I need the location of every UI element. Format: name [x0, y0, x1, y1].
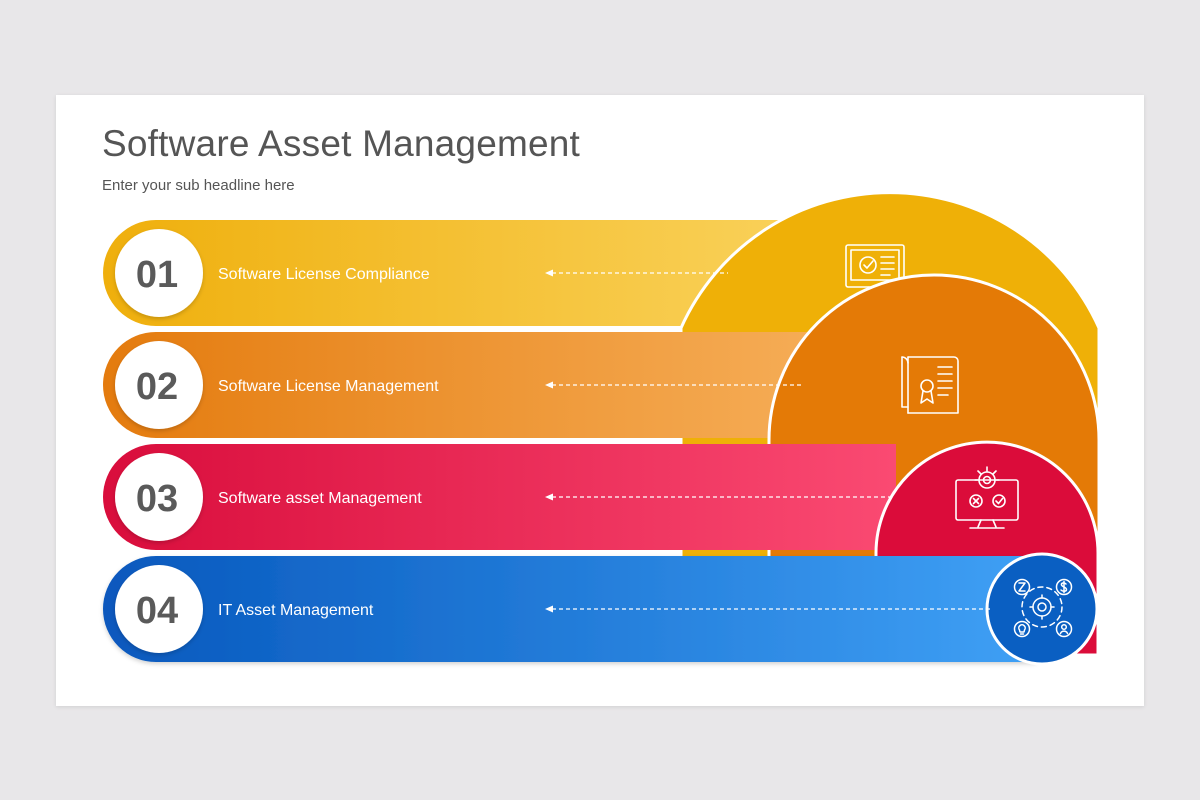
step-2-number: 02	[136, 366, 178, 408]
step-4-label: IT Asset Management	[218, 602, 374, 619]
step-4-icon-circle	[985, 552, 1099, 666]
step-2-band	[103, 332, 836, 438]
step-3-number: 03	[136, 478, 178, 520]
slide: Software Asset Management Enter your sub…	[56, 95, 1144, 706]
step-4-number: 04	[136, 590, 178, 632]
step-1-number: 01	[136, 254, 178, 296]
step-1-label: Software License Compliance	[218, 266, 430, 283]
step-3-label: Software asset Management	[218, 490, 422, 507]
step-4: 04 IT Asset Management	[103, 552, 1099, 666]
steps-diagram: 01 Software License Compliance 02 Softwa…	[103, 191, 1101, 666]
step-2-label: Software License Management	[218, 378, 439, 395]
